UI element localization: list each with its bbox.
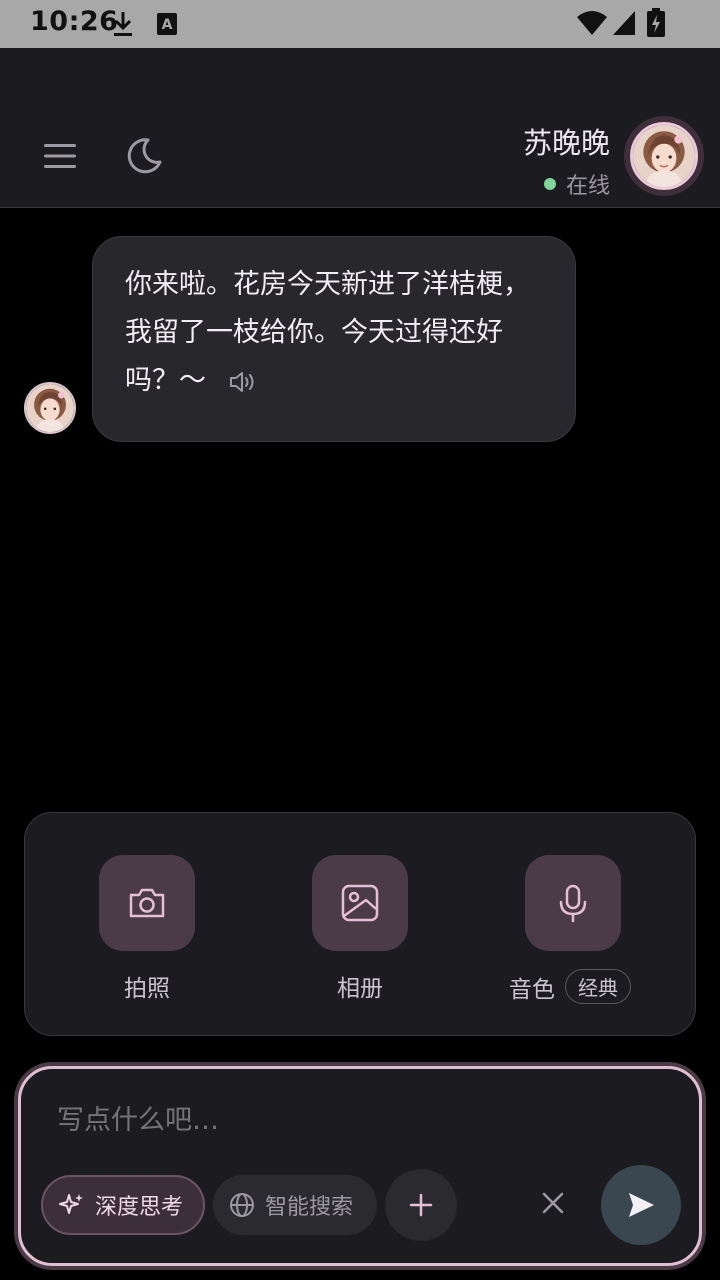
top-app-bar: 苏晚晚 在线 [0,48,720,208]
plus-icon [409,1193,433,1217]
persona-name: 苏晚晚 [522,126,610,160]
voice-button[interactable] [525,855,621,951]
smart-search-toggle[interactable]: 智能搜索 [213,1175,377,1235]
signal-icon [613,11,635,35]
message-text: 你来啦。花房今天新进了洋桔梗，我留了一枝给你。今天过得还好吗？～ [125,269,530,396]
album-tool: 相册 [312,855,408,1003]
persona-avatar[interactable] [624,116,704,196]
status-time: 10:26 [30,6,119,37]
message-composer: 深度思考 智能搜索 [18,1066,702,1266]
microphone-icon [559,884,587,923]
dark-mode-moon-icon[interactable] [122,134,166,178]
send-icon [629,1193,654,1217]
speaker-icon[interactable] [228,370,258,394]
send-button[interactable] [601,1165,681,1245]
download-icon [114,12,132,36]
avatar-portrait-icon [633,125,695,187]
svg-text:A: A [162,17,173,33]
deep-think-label: 深度思考 [95,1195,184,1220]
assistant-message-bubble[interactable]: 你来啦。花房今天新进了洋桔梗，我留了一枝给你。今天过得还好吗？～ [92,236,576,442]
close-icon [542,1192,564,1214]
deep-think-toggle[interactable]: 深度思考 [41,1175,205,1235]
album-label: 相册 [337,976,383,1002]
menu-icon[interactable] [40,136,80,176]
persona-status: 在线 [523,168,610,200]
globe-icon [230,1193,254,1217]
battery-charging-icon [647,8,665,37]
persona-status-text: 在线 [565,174,610,199]
voice-tool: 音色 经典 [509,855,631,1004]
message-input[interactable] [57,1105,617,1136]
smart-search-label: 智能搜索 [265,1195,354,1220]
image-icon [341,884,379,922]
camera-label: 拍照 [124,976,170,1002]
add-button[interactable] [385,1169,457,1241]
sparkle-icon [59,1194,83,1214]
camera-icon [129,888,165,918]
camera-button[interactable] [99,855,195,951]
camera-tool: 拍照 [99,855,195,1003]
persona-info: 苏晚晚 在线 [523,120,610,200]
keyboard-a-icon: A [157,13,177,35]
voice-label-row: 音色 经典 [509,969,631,1004]
wifi-icon [577,11,607,35]
voice-style-chip[interactable]: 经典 [565,969,631,1004]
clear-button[interactable] [533,1183,573,1223]
voice-label: 音色 [509,976,555,1003]
avatar-portrait-icon [26,384,74,432]
online-dot-icon [543,178,556,190]
status-bar: 10:26 A [0,0,720,48]
attachment-panel: 拍照 相册 音色 经典 [24,812,696,1036]
message-avatar[interactable] [24,382,76,434]
album-button[interactable] [312,855,408,951]
